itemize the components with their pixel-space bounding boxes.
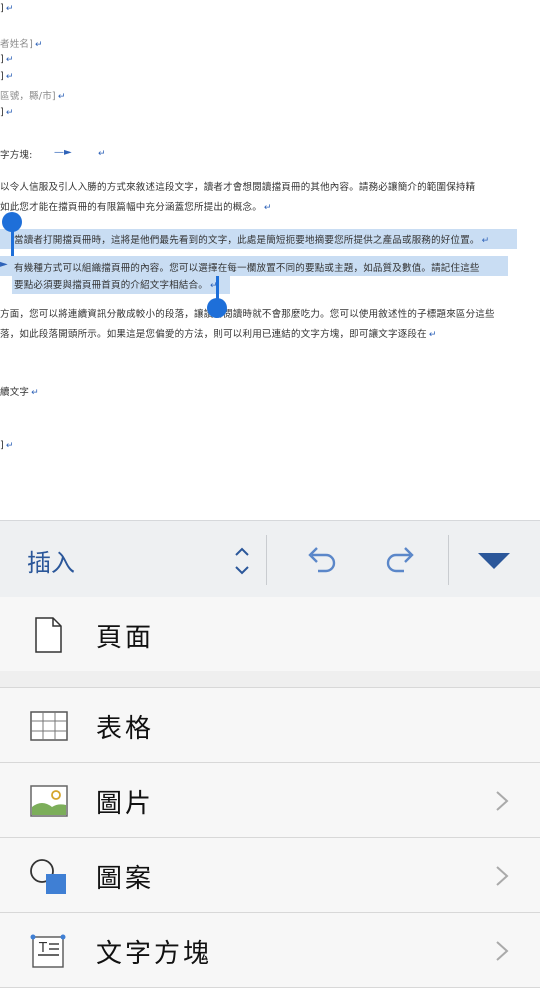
- doc-line: ] ↵: [0, 71, 14, 82]
- menu-item-label: 圖片: [96, 789, 155, 819]
- doc-line: 如此您才能在擋頁冊的有限篇幅中充分涵蓋您所提出的概念。 ↵: [0, 202, 272, 213]
- toolbar-divider: [448, 535, 449, 585]
- menu-item-page[interactable]: 頁面: [0, 597, 540, 672]
- doc-line: ] ↵: [0, 54, 14, 65]
- menu-item-label: 文字方塊: [96, 939, 213, 969]
- chevron-up-down-icon[interactable]: [230, 541, 254, 581]
- menu-item-shapes[interactable]: 圖案: [0, 838, 540, 913]
- textbox-icon: T: [28, 931, 68, 971]
- doc-line: 以令人信服及引人入勝的方式來敘述這段文字，讀者才會想閱讀擋頁冊的其他內容。請務必…: [0, 182, 476, 193]
- menu-item-label: 圖案: [96, 864, 155, 894]
- doc-line: ] ↵: [0, 3, 14, 14]
- selection-start-handle[interactable]: [2, 212, 22, 232]
- document-canvas[interactable]: ] ↵ 者姓名] ↵ ] ↵ ] ↵ 區號，縣/市] ↵ ] ↵ 字方塊: —► ↵ 以令人…: [0, 0, 540, 520]
- doc-line-selected: 當讀者打開擋頁冊時，這將是他們最先看到的文字，此處是簡短扼要地摘要您所提供之產品…: [14, 235, 490, 246]
- paragraph-mark-icon: ↵: [98, 149, 106, 159]
- doc-line: 落，如此段落開頭所示。如果這是您偏愛的方法，則可以利用已連結的文字方塊，即可讓文…: [0, 329, 437, 340]
- doc-line: 字方塊:: [0, 150, 33, 161]
- doc-line: 方面，您可以將連續資訊分散成較小的段落，讓讀者閱讀時就不會那麼吃力。您可以使用敘…: [0, 309, 495, 320]
- menu-item-textbox[interactable]: T 文字方塊: [0, 913, 540, 988]
- toolbar-divider: [266, 535, 267, 585]
- picture-icon: [28, 781, 68, 821]
- tab-arrow-icon: —►: [54, 147, 72, 158]
- menu-item-label: 頁面: [96, 623, 155, 653]
- ribbon-toolbar: 插入: [0, 520, 540, 598]
- chevron-right-icon: [494, 864, 510, 888]
- undo-icon[interactable]: [302, 543, 338, 577]
- menu-item-picture[interactable]: 圖片: [0, 763, 540, 838]
- tab-arrow-icon: ►: [0, 259, 8, 270]
- doc-line: ] ↵: [0, 107, 14, 118]
- menu-item-label: 表格: [96, 714, 155, 744]
- doc-line: ] ↵: [0, 440, 14, 451]
- doc-line: 者姓名] ↵: [0, 39, 43, 50]
- menu-item-table[interactable]: 表格: [0, 688, 540, 763]
- chevron-right-icon: [494, 939, 510, 963]
- redo-icon[interactable]: [384, 543, 420, 577]
- doc-line-selected: 有幾種方式可以組織擋頁冊的內容。您可以選擇在每一欄放置不同的要點或主題，如品質及…: [14, 263, 480, 274]
- chevron-right-icon: [494, 789, 510, 813]
- doc-line: 區號，縣/市] ↵: [0, 91, 66, 102]
- menu-section-divider: [0, 671, 540, 688]
- selection-end-handle[interactable]: [207, 298, 227, 318]
- table-icon: [28, 706, 68, 746]
- doc-line: 續文字 ↵: [0, 387, 39, 398]
- ribbon-tab-title[interactable]: 插入: [27, 543, 75, 578]
- selection-start-handle-stem: [11, 228, 14, 256]
- triangle-down-icon[interactable]: [476, 551, 512, 573]
- shapes-icon: [28, 856, 68, 896]
- doc-line-selected: 要點必須要與擋頁冊首頁的介紹文字相結合。 ↵: [14, 280, 218, 291]
- svg-text:T: T: [38, 941, 47, 956]
- page-icon: [28, 615, 68, 655]
